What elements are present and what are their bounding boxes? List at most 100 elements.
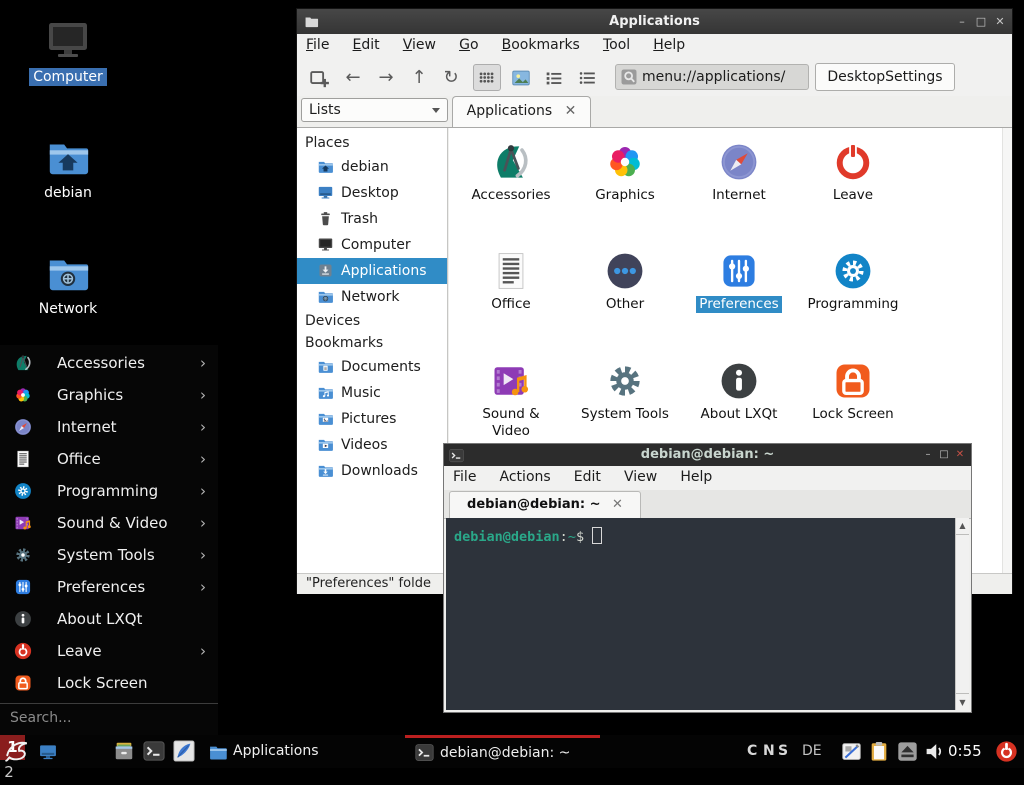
minimize-button[interactable]: –	[921, 444, 935, 466]
task-button-terminal[interactable]: debian@debian: ~	[405, 735, 600, 768]
menu-help[interactable]: Help	[644, 34, 694, 53]
address-bar[interactable]: menu://applications/	[615, 64, 809, 90]
scroll-down-icon[interactable]: ▼	[956, 698, 969, 707]
show-desktop-button[interactable]	[37, 742, 59, 762]
desktop-settings-button[interactable]: DesktopSettings	[815, 63, 955, 91]
scroll-lock-indicator[interactable]: S	[778, 743, 788, 759]
fm-titlebar[interactable]: Applications – □ ✕	[297, 9, 1012, 34]
menu-item-internet[interactable]: Internet ›	[0, 411, 218, 443]
terminal-tab[interactable]: debian@debian: ~ ✕	[449, 491, 641, 518]
eject-removable-media-icon[interactable]	[897, 741, 918, 762]
power-button[interactable]	[994, 739, 1019, 764]
forward-button[interactable]: →	[372, 64, 400, 91]
sidebar-item-documents[interactable]: Documents	[297, 354, 447, 380]
menu-item-leave[interactable]: Leave ›	[0, 635, 218, 667]
text-editor-launcher-icon[interactable]	[173, 740, 195, 762]
sidebar-item-trash[interactable]: Trash	[297, 206, 447, 232]
menu-edit[interactable]: Edit	[344, 34, 389, 53]
sidebar-item-label: Desktop	[341, 180, 399, 206]
sidebar-item-downloads[interactable]: Downloads	[297, 458, 447, 484]
menu-item-preferences[interactable]: Preferences ›	[0, 571, 218, 603]
sidebar-item-debian[interactable]: debian	[297, 154, 447, 180]
clock[interactable]: 0:55	[948, 742, 982, 760]
maximize-button[interactable]: □	[973, 9, 989, 34]
terminal-titlebar[interactable]: debian@debian: ~ – □ ✕	[444, 444, 971, 466]
menu-edit[interactable]: Edit	[565, 467, 610, 485]
num-lock-indicator[interactable]: N	[763, 743, 775, 759]
sidebar-item-computer[interactable]: Computer	[297, 232, 447, 258]
tab-close-icon[interactable]: ✕	[565, 103, 577, 119]
category-graphics[interactable]: Graphics	[568, 140, 682, 204]
other-icon	[603, 249, 647, 293]
file-manager-launcher-icon[interactable]	[113, 740, 135, 762]
menu-view[interactable]: View	[615, 467, 666, 485]
menu-view[interactable]: View	[394, 34, 445, 53]
category-internet[interactable]: Internet	[682, 140, 796, 204]
sidebar-item-applications[interactable]: Applications	[297, 258, 447, 284]
detailed-list-button[interactable]	[540, 64, 568, 91]
menu-help[interactable]: Help	[671, 467, 721, 485]
category-leave[interactable]: Leave	[796, 140, 910, 204]
menu-file[interactable]: File	[444, 467, 485, 485]
category-system-tools[interactable]: System Tools	[568, 359, 682, 423]
volume-icon[interactable]	[924, 741, 945, 762]
sidebar-item-pictures[interactable]: Pictures	[297, 406, 447, 432]
terminal-scrollbar[interactable]: ▲ ▼	[955, 518, 969, 710]
category-sound-video[interactable]: Sound & Video	[454, 359, 568, 440]
clipboard-tray-icon[interactable]	[868, 740, 890, 763]
music-folder-icon	[317, 384, 334, 401]
caps-lock-indicator[interactable]: C	[747, 743, 757, 759]
desktop-icon-network[interactable]: Network	[16, 250, 120, 318]
menu-item-graphics[interactable]: Graphics ›	[0, 379, 218, 411]
scroll-up-icon[interactable]: ▲	[956, 521, 969, 530]
category-accessories[interactable]: Accessories	[454, 140, 568, 204]
menu-item-accessories[interactable]: Accessories ›	[0, 347, 218, 379]
menu-file[interactable]: File	[297, 34, 338, 53]
category-programming[interactable]: Programming	[796, 249, 910, 313]
menu-tool[interactable]: Tool	[594, 34, 639, 53]
screenshot-tray-icon[interactable]	[841, 741, 862, 762]
menu-item-sound-video[interactable]: Sound & Video ›	[0, 507, 218, 539]
minimize-button[interactable]: –	[954, 9, 970, 34]
menu-item-programming[interactable]: Programming ›	[0, 475, 218, 507]
maximize-button[interactable]: □	[937, 444, 951, 466]
menu-go[interactable]: Go	[450, 34, 487, 53]
up-button[interactable]: ↑	[405, 64, 433, 91]
new-tab-button[interactable]	[305, 64, 333, 91]
menu-search-input[interactable]: Search...	[0, 703, 218, 731]
category-office[interactable]: Office	[454, 249, 568, 313]
terminal-launcher-icon[interactable]	[143, 740, 165, 762]
category-preferences[interactable]: Preferences	[682, 249, 796, 313]
refresh-button[interactable]: ↻	[437, 64, 465, 91]
compact-list-button[interactable]	[573, 64, 601, 91]
close-button[interactable]: ✕	[953, 444, 967, 466]
menu-item-lock-screen[interactable]: Lock Screen	[0, 667, 218, 699]
terminal-screen[interactable]: debian@debian:~$	[446, 518, 955, 710]
desktop-icon-computer[interactable]: Computer	[16, 16, 120, 86]
icon-view-scrollbar[interactable]	[1002, 128, 1012, 573]
category-about-lxqt[interactable]: About LXQt	[682, 359, 796, 423]
sidebar-item-music[interactable]: Music	[297, 380, 447, 406]
category-lock-screen[interactable]: Lock Screen	[796, 359, 910, 423]
close-button[interactable]: ✕	[992, 9, 1008, 34]
category-other[interactable]: Other	[568, 249, 682, 313]
sidebar-item-desktop[interactable]: Desktop	[297, 180, 447, 206]
menu-item-office[interactable]: Office ›	[0, 443, 218, 475]
keyboard-layout-indicator[interactable]: DE	[802, 743, 822, 759]
menu-item-system-tools[interactable]: System Tools ›	[0, 539, 218, 571]
tab-applications[interactable]: Applications ✕	[452, 96, 591, 127]
sidebar-item-network[interactable]: Network	[297, 284, 447, 310]
scrollbar-divider	[956, 693, 969, 694]
back-button[interactable]: ←	[339, 64, 367, 91]
desktop-icon-debian[interactable]: debian	[16, 134, 120, 202]
main-menu-button[interactable]	[4, 739, 30, 765]
sidebar-item-videos[interactable]: Videos	[297, 432, 447, 458]
menu-item-about-lxqt[interactable]: About LXQt	[0, 603, 218, 635]
thumbnail-view-button[interactable]	[507, 64, 535, 91]
tab-close-icon[interactable]: ✕	[612, 497, 623, 512]
task-button-applications[interactable]: Applications	[205, 735, 395, 768]
icon-view-button[interactable]	[473, 64, 501, 91]
menu-bookmarks[interactable]: Bookmarks	[493, 34, 589, 53]
sidepane-mode-combo[interactable]: Lists	[301, 98, 448, 122]
menu-actions[interactable]: Actions	[491, 467, 560, 485]
